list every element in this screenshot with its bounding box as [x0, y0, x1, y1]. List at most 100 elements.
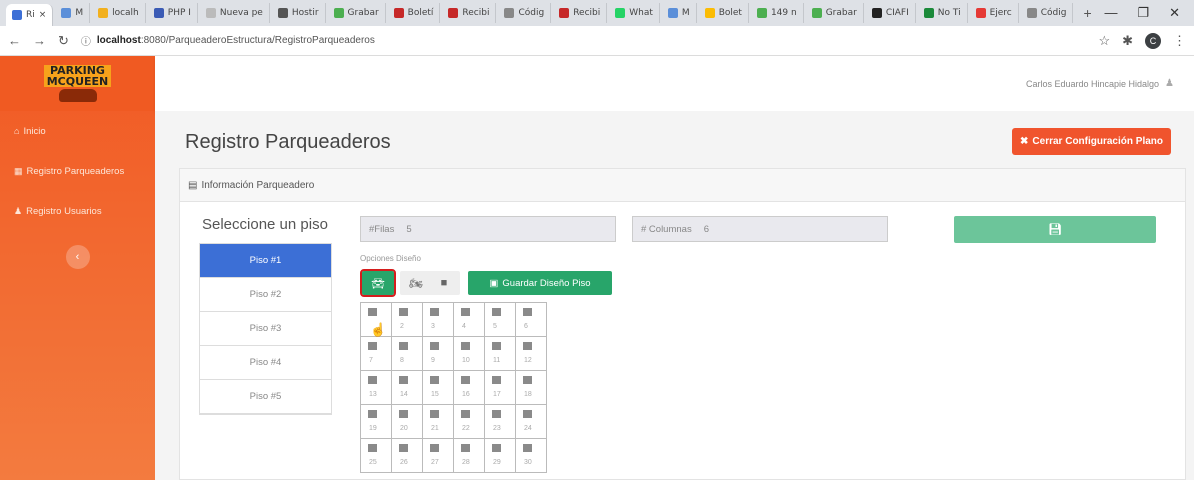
parking-cell[interactable]: 15 [423, 371, 454, 405]
parking-cell[interactable]: 14 [392, 371, 423, 405]
extension-icon[interactable]: ✱ [1122, 33, 1133, 49]
browser-tab[interactable]: M [662, 3, 697, 23]
sidebar-item-label: Registro Usuarios [26, 205, 102, 217]
browser-tab[interactable]: Grabar [328, 3, 386, 23]
parking-cell[interactable]: 6 [516, 303, 547, 337]
browser-tab[interactable]: M [55, 3, 91, 23]
floor-item[interactable]: Piso #5 [200, 380, 331, 414]
parking-cell[interactable]: 22 [454, 405, 485, 439]
tab-label: Códig [518, 8, 545, 18]
browser-tab[interactable]: Hostir [272, 3, 326, 23]
main-content: Registro Parqueaderos ✖ Cerrar Configura… [155, 111, 1194, 480]
maximize-icon[interactable]: ❐ [1137, 5, 1149, 21]
parking-cell[interactable]: 23 [485, 405, 516, 439]
browser-tab[interactable]: Recibi [553, 3, 608, 23]
parking-cell[interactable]: 12 [516, 337, 547, 371]
browser-tab[interactable]: Bolet [699, 3, 749, 23]
new-tab-button[interactable]: + [1075, 5, 1099, 21]
reload-icon[interactable]: ↻ [58, 33, 69, 49]
save-floor-design-button[interactable]: ▣ Guardar Diseño Piso [468, 271, 612, 295]
tab-label: Ejerc [989, 8, 1012, 18]
parking-cell[interactable]: 28 [454, 439, 485, 473]
parking-cell[interactable]: 27 [423, 439, 454, 473]
user-name[interactable]: Carlos Eduardo Hincapie Hidalgo [1026, 79, 1159, 89]
parking-cell[interactable]: 26 [392, 439, 423, 473]
close-window-icon[interactable]: ✕ [1169, 5, 1180, 21]
parking-cell[interactable]: 13 [361, 371, 392, 405]
sidebar-item-inicio[interactable]: ⌂ Inicio [0, 111, 155, 151]
browser-tab[interactable]: Códig [498, 3, 552, 23]
floor-item[interactable]: Piso #4 [200, 346, 331, 380]
square-icon [461, 308, 470, 316]
browser-tab-active[interactable]: Ri × [6, 4, 54, 26]
browser-tab[interactable]: No Ti [918, 3, 968, 23]
parking-cell[interactable]: 3 [423, 303, 454, 337]
parking-cell[interactable]: 29 [485, 439, 516, 473]
browser-tab[interactable]: Ejerc [970, 3, 1019, 23]
browser-tab[interactable]: Recibi [442, 3, 497, 23]
sidebar-item-registro-parqueaderos[interactable]: ▦ Registro Parqueaderos [0, 151, 155, 191]
motorcycle-icon: 🏍︎ [409, 277, 423, 290]
logo[interactable]: PARKING MCQUEEN [0, 56, 155, 111]
hand-cursor-icon: ☝ [370, 322, 387, 337]
floor-item[interactable]: Piso #2 [200, 278, 331, 312]
tab-label: Bolet [718, 8, 742, 18]
parking-cell[interactable]: 11 [485, 337, 516, 371]
forward-icon[interactable]: → [33, 33, 46, 48]
car-option-button[interactable]: 🚘︎ [360, 269, 396, 297]
browser-tab[interactable]: Grabar [806, 3, 864, 23]
parking-cell[interactable]: 8 [392, 337, 423, 371]
browser-tab[interactable]: What [609, 3, 660, 23]
parking-cell[interactable]: 10 [454, 337, 485, 371]
parking-cell[interactable]: 25 [361, 439, 392, 473]
browser-tab[interactable]: PHP I [148, 3, 198, 23]
square-icon [399, 308, 408, 316]
columns-field[interactable]: # Columnas 6 [632, 216, 888, 242]
user-icon[interactable]: ♟ [1165, 78, 1174, 89]
close-configuration-button[interactable]: ✖ Cerrar Configuración Plano [1012, 128, 1171, 155]
cell-number: 22 [462, 425, 470, 432]
url-field[interactable]: ⓘ localhost:8080/ParqueaderoEstructura/R… [81, 33, 1087, 48]
back-icon[interactable]: ← [8, 33, 21, 48]
parking-cell[interactable]: 21 [423, 405, 454, 439]
browser-tab[interactable]: Boletí [388, 3, 441, 23]
cell-number: 28 [462, 459, 470, 466]
sidebar-item-registro-usuarios[interactable]: ♟ Registro Usuarios [0, 191, 155, 231]
square-icon [492, 308, 501, 316]
browser-tab[interactable]: localh [92, 3, 146, 23]
parking-cell[interactable]: 16 [454, 371, 485, 405]
parking-cell[interactable]: 18 [516, 371, 547, 405]
parking-cell[interactable]: 5 [485, 303, 516, 337]
browser-menu-icon[interactable]: ⋮ [1173, 33, 1186, 49]
block-option-button[interactable]: ■ [428, 271, 460, 295]
parking-cell[interactable]: 19 [361, 405, 392, 439]
document-icon: ▤ [188, 179, 198, 191]
parking-cell[interactable]: 17 [485, 371, 516, 405]
browser-tab[interactable]: 149 n [751, 3, 804, 23]
parking-cell[interactable]: 9 [423, 337, 454, 371]
floor-item[interactable]: Piso #3 [200, 312, 331, 346]
info-icon[interactable]: ⓘ [81, 33, 91, 48]
browser-tab[interactable]: Nueva pe [200, 3, 270, 23]
parking-cell[interactable]: 24 [516, 405, 547, 439]
parking-cell[interactable]: 7 [361, 337, 392, 371]
browser-tab[interactable]: Códig [1021, 3, 1074, 23]
cell-number: 27 [431, 459, 439, 466]
square-icon [399, 342, 408, 350]
sidebar-item-label: Registro Parqueaderos [26, 165, 125, 177]
profile-avatar[interactable]: C [1145, 32, 1161, 49]
square-icon [368, 410, 377, 418]
parking-cell[interactable]: 20 [392, 405, 423, 439]
browser-tab[interactable]: CIAFI [866, 3, 916, 23]
collapse-sidebar-button[interactable]: ‹ [65, 245, 90, 269]
parking-cell[interactable]: 30 [516, 439, 547, 473]
rows-label: #Filas [369, 223, 395, 235]
close-tab-icon[interactable]: × [39, 10, 47, 20]
minimize-icon[interactable]: — [1104, 5, 1117, 21]
bookmark-star-icon[interactable]: ☆ [1098, 33, 1110, 49]
save-parking-button[interactable]: 💾︎ [954, 216, 1156, 243]
parking-cell[interactable]: 2 [392, 303, 423, 337]
rows-field[interactable]: #Filas 5 [360, 216, 616, 242]
parking-cell[interactable]: 4 [454, 303, 485, 337]
floor-item[interactable]: Piso #1 [200, 244, 331, 278]
